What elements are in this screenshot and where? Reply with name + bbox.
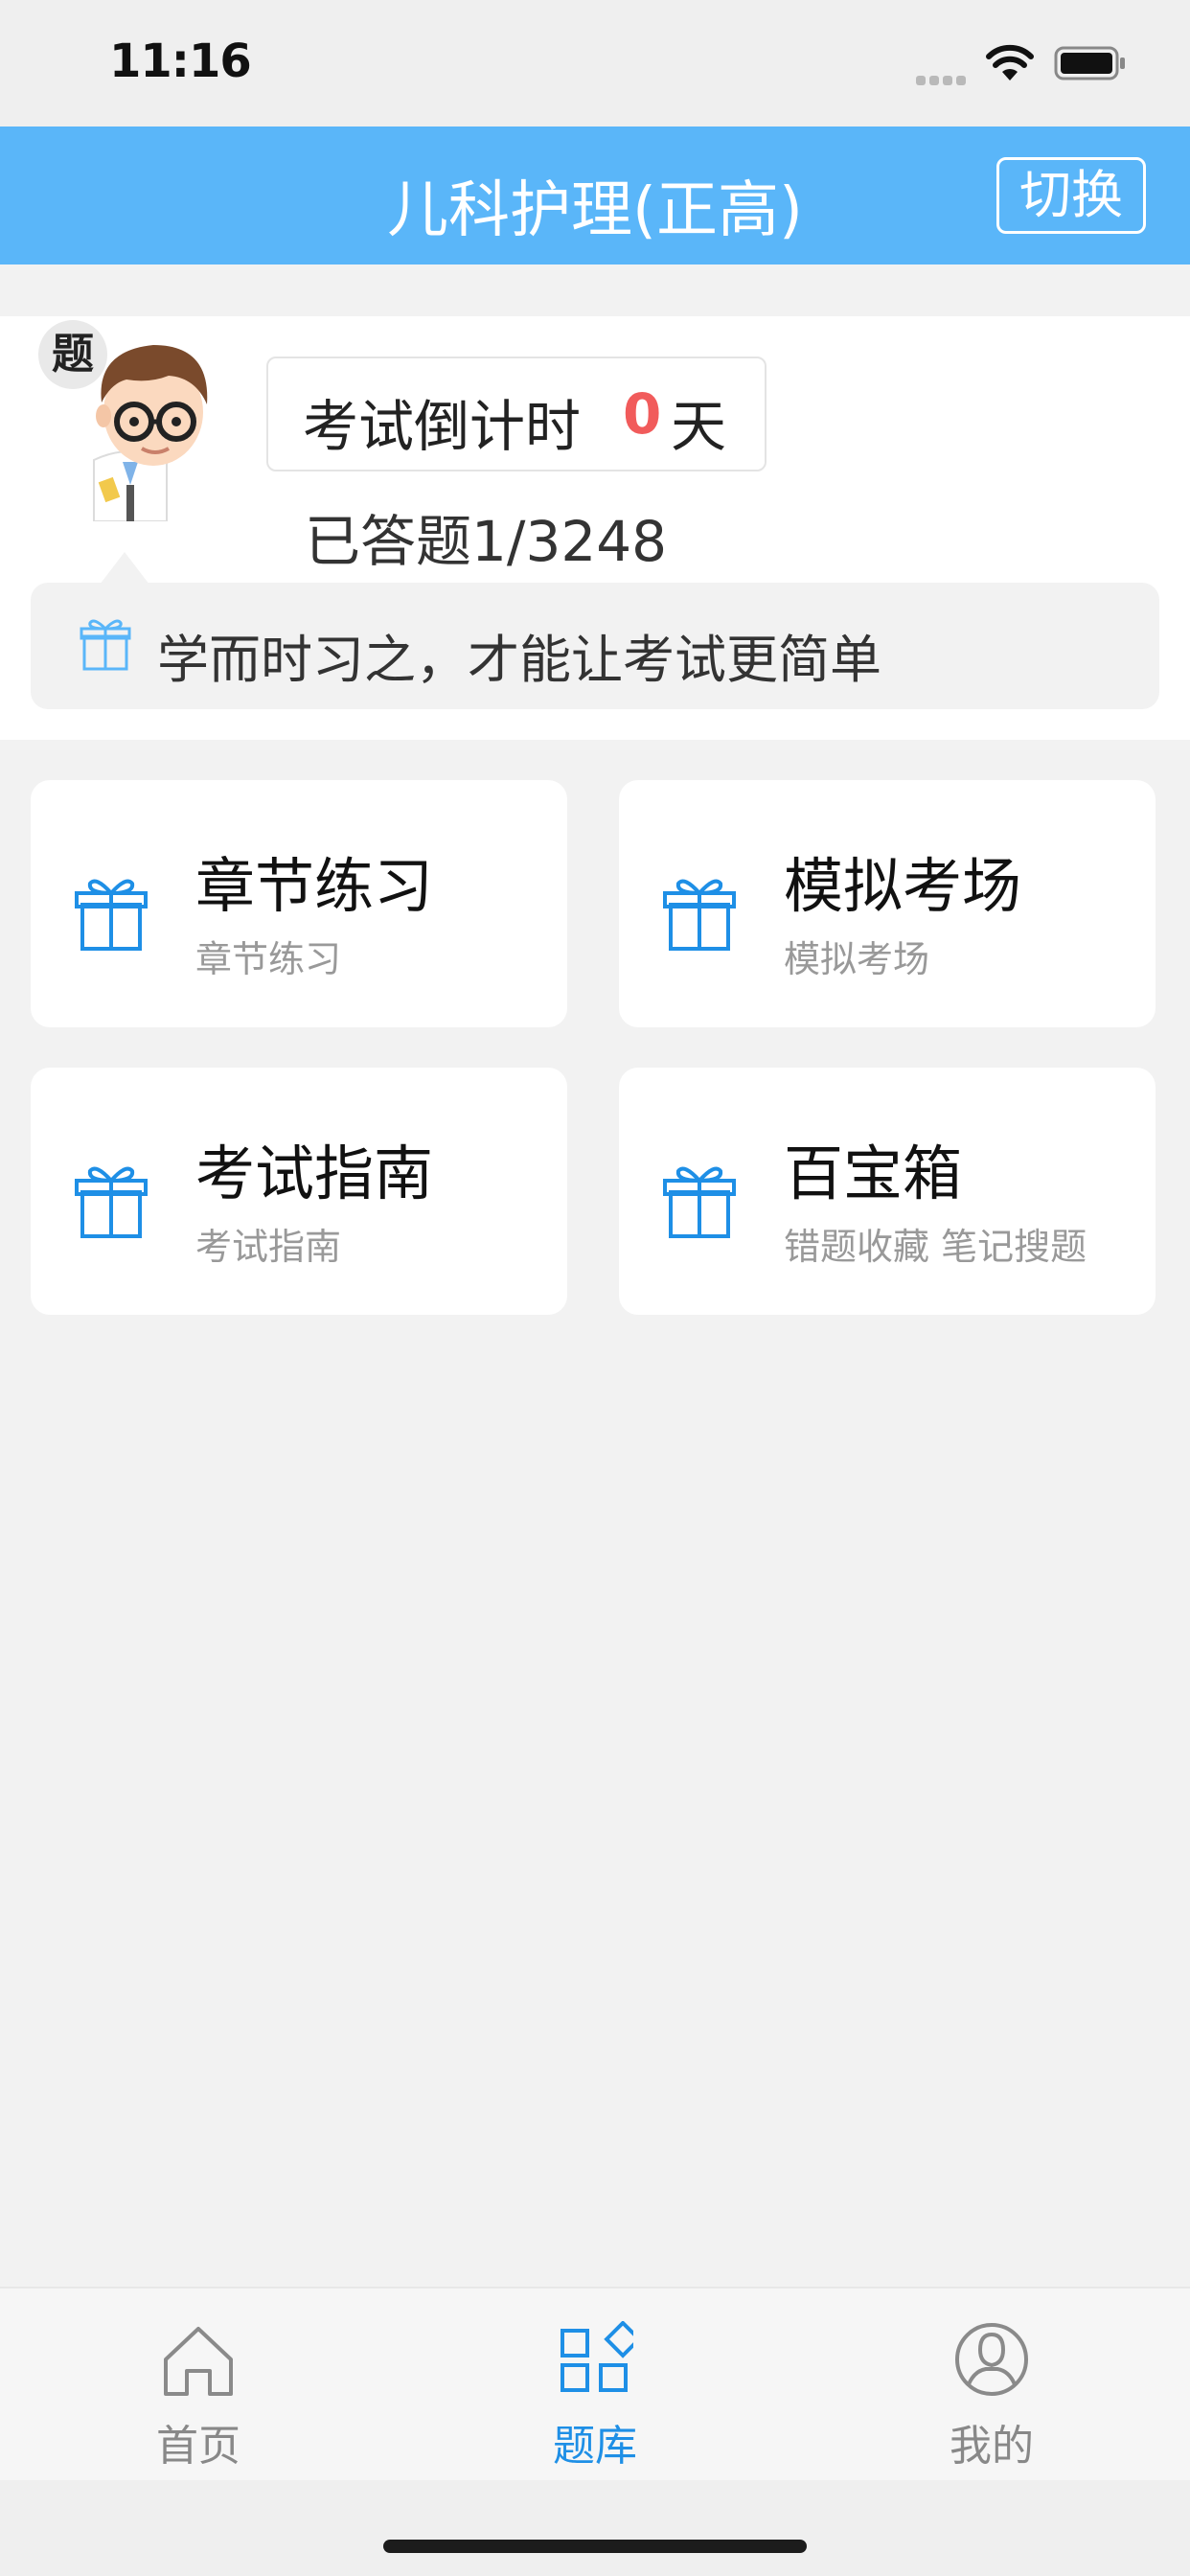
mock-exam-card[interactable]: 模拟考场 模拟考场 — [619, 780, 1156, 1027]
toolbox-card[interactable]: 百宝箱 错题收藏 笔记搜题 — [619, 1068, 1156, 1315]
countdown-days: 0 — [623, 381, 662, 447]
user-icon — [955, 2323, 1028, 2396]
tab-mine[interactable]: 我的 — [793, 2288, 1190, 2480]
exam-countdown: 考试倒计时 0 天 — [266, 356, 767, 472]
switch-button[interactable]: 切换 — [996, 157, 1146, 234]
gift-icon — [75, 879, 148, 951]
tip-pointer — [100, 552, 149, 585]
gift-icon — [663, 879, 736, 951]
menu-title: 考试指南 — [195, 1138, 434, 1208]
gift-icon — [663, 1166, 736, 1238]
status-bar: 11:16 — [0, 0, 1190, 126]
wifi-icon — [986, 44, 1034, 80]
exam-guide-card[interactable]: 考试指南 考试指南 — [31, 1068, 567, 1315]
question-badge: 题 — [38, 320, 107, 389]
tab-question-bank[interactable]: 题库 — [397, 2288, 793, 2480]
nav-bar: 儿科护理(正高) 切换 — [0, 126, 1190, 264]
cellular-signal-icon — [916, 71, 972, 85]
status-time: 11:16 — [109, 34, 252, 88]
menu-title: 百宝箱 — [784, 1138, 963, 1208]
chapter-practice-card[interactable]: 章节练习 章节练习 — [31, 780, 567, 1027]
menu-title: 模拟考场 — [784, 851, 1022, 921]
tab-bar: 首页 题库 我的 — [0, 2287, 1190, 2480]
answered-progress: 已答题1/3248 — [305, 509, 668, 574]
menu-subtitle: 章节练习 — [195, 938, 342, 980]
home-indicator-area — [0, 2480, 1190, 2576]
home-icon — [164, 2327, 233, 2396]
menu-subtitle: 错题收藏 笔记搜题 — [784, 1226, 1087, 1268]
menu-subtitle: 考试指南 — [195, 1226, 342, 1268]
gift-icon — [75, 1166, 148, 1238]
tab-label: 题库 — [553, 2422, 637, 2471]
battery-icon — [1054, 46, 1125, 80]
tip-text: 学而时习之，才能让考试更简单 — [157, 630, 881, 690]
grid-icon — [561, 2321, 633, 2392]
countdown-unit: 天 — [671, 394, 727, 459]
tab-label: 首页 — [156, 2422, 240, 2471]
tip-banner: 学而时习之，才能让考试更简单 — [31, 583, 1159, 709]
tab-home[interactable]: 首页 — [0, 2288, 397, 2480]
menu-subtitle: 模拟考场 — [784, 938, 930, 980]
gift-icon — [80, 619, 131, 671]
home-indicator[interactable] — [383, 2540, 807, 2553]
countdown-label: 考试倒计时 — [303, 394, 582, 459]
tab-label: 我的 — [950, 2422, 1034, 2471]
menu-title: 章节练习 — [195, 851, 434, 921]
